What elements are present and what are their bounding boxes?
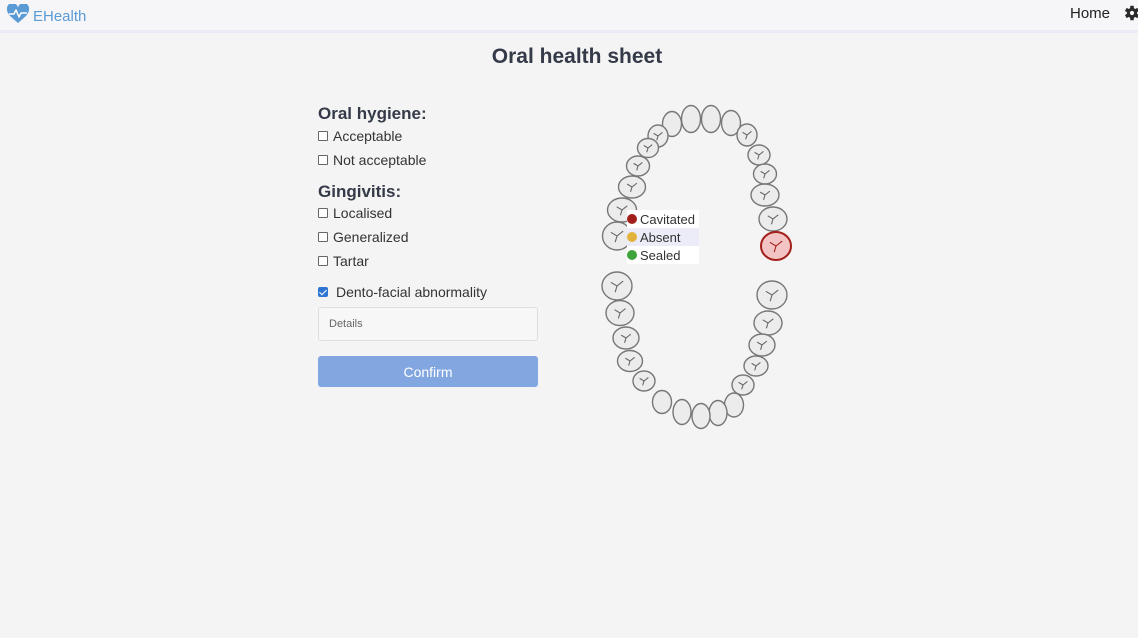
status-label: Sealed	[640, 247, 681, 263]
checkbox-label: Not acceptable	[333, 152, 427, 168]
tooth[interactable]	[743, 355, 769, 377]
tooth-cavitated[interactable]	[760, 231, 792, 261]
tooth[interactable]	[708, 399, 728, 427]
oral-hygiene-heading: Oral hygiene:	[318, 104, 427, 123]
tooth[interactable]	[752, 163, 778, 185]
checkbox-label: Localised	[333, 205, 393, 221]
tooth-chart	[590, 95, 810, 440]
cavitated-dot-icon	[627, 214, 637, 224]
tooth[interactable]	[617, 175, 647, 199]
tooth[interactable]	[672, 398, 692, 426]
page-title: Oral health sheet	[491, 45, 663, 68]
checkbox-label: Tartar	[333, 253, 369, 269]
abnormality-option[interactable]: Dento-facial abnormality	[318, 284, 487, 300]
tooth[interactable]	[612, 326, 640, 350]
status-option-sealed[interactable]: Sealed	[627, 246, 699, 264]
tooth[interactable]	[680, 104, 702, 134]
tooth[interactable]	[700, 104, 722, 134]
tooth[interactable]	[601, 271, 633, 301]
checkbox-label: Generalized	[333, 229, 409, 245]
gingivitis-generalized-option[interactable]: Generalized	[318, 229, 409, 245]
sealed-dot-icon	[627, 250, 637, 260]
tooth[interactable]	[625, 155, 651, 177]
tooth[interactable]	[753, 310, 783, 336]
hygiene-not-acceptable-option[interactable]: Not acceptable	[318, 152, 426, 168]
tooth[interactable]	[736, 123, 758, 147]
hygiene-not-acceptable-checkbox[interactable]	[318, 155, 328, 165]
tooth[interactable]	[616, 349, 644, 373]
gingivitis-tartar-checkbox[interactable]	[318, 256, 328, 266]
teeth-diagram	[601, 104, 792, 430]
tooth[interactable]	[632, 370, 656, 392]
tooth[interactable]	[748, 333, 776, 357]
gear-icon[interactable]	[1124, 4, 1138, 22]
checkbox-label: Dento-facial abnormality	[336, 284, 487, 300]
tooth[interactable]	[651, 389, 673, 415]
status-label: Cavitated	[640, 211, 695, 227]
tooth[interactable]	[756, 280, 788, 310]
tooth[interactable]	[605, 299, 635, 327]
absent-dot-icon	[627, 232, 637, 242]
gingivitis-localised-checkbox[interactable]	[318, 208, 328, 218]
tooth-status-menu: Cavitated Absent Sealed	[627, 210, 699, 264]
hygiene-acceptable-option[interactable]: Acceptable	[318, 128, 402, 144]
details-input[interactable]	[318, 307, 538, 341]
gingivitis-generalized-checkbox[interactable]	[318, 232, 328, 242]
brand-link[interactable]: EHealth	[6, 2, 87, 29]
navbar: EHealth Home	[0, 0, 1138, 33]
tooth[interactable]	[747, 144, 771, 166]
checkbox-label: Acceptable	[333, 128, 403, 144]
gingivitis-heading: Gingivitis:	[318, 182, 402, 201]
status-label: Absent	[640, 229, 681, 245]
tooth[interactable]	[636, 137, 660, 159]
tooth[interactable]	[758, 206, 788, 232]
hygiene-acceptable-checkbox[interactable]	[318, 131, 328, 141]
nav-home-link[interactable]: Home	[1070, 5, 1110, 22]
tooth[interactable]	[691, 402, 711, 430]
status-option-cavitated[interactable]: Cavitated	[627, 210, 699, 228]
gingivitis-localised-option[interactable]: Localised	[318, 205, 392, 221]
gingivitis-tartar-option[interactable]: Tartar	[318, 253, 369, 269]
heart-pulse-icon	[6, 2, 30, 29]
status-option-absent[interactable]: Absent	[627, 228, 699, 246]
tooth[interactable]	[731, 374, 755, 396]
confirm-button[interactable]: Confirm	[318, 356, 538, 387]
tooth[interactable]	[750, 183, 780, 207]
brand-name: EHealth	[33, 8, 87, 25]
abnormality-checkbox[interactable]	[318, 287, 328, 297]
